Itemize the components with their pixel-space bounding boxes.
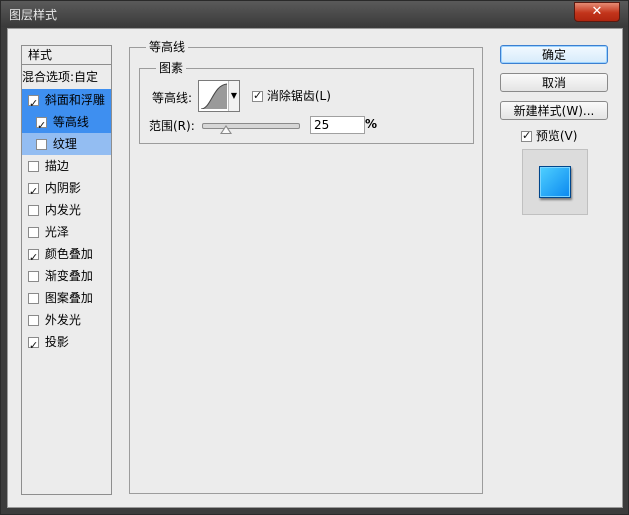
style-item-contour[interactable]: 等高线: [22, 111, 111, 137]
style-item-outer-glow[interactable]: 外发光: [22, 309, 111, 331]
contour-curve-icon: [201, 83, 227, 109]
checkbox-inner-shadow[interactable]: [28, 181, 39, 203]
preview-swatch: [539, 166, 571, 198]
checkbox-pattern-overlay[interactable]: [28, 293, 39, 304]
checkbox-satin[interactable]: [28, 227, 39, 238]
style-item-label: 光泽: [44, 225, 69, 239]
style-item-stroke[interactable]: 描边: [22, 155, 111, 177]
contour-picker[interactable]: ▼: [198, 80, 240, 112]
window-title: 图层样式: [9, 8, 58, 22]
style-item-texture[interactable]: 纹理: [22, 133, 111, 155]
cancel-button[interactable]: 取消: [500, 73, 608, 92]
contour-group-title: 等高线: [146, 40, 189, 54]
new-style-button[interactable]: 新建样式(W)...: [500, 101, 608, 120]
style-item-label: 斜面和浮雕: [44, 93, 105, 107]
anti-alias-checkbox[interactable]: [252, 89, 263, 102]
checkbox-color-overlay[interactable]: [28, 247, 39, 269]
elements-group: 图素 等高线: ▼ 消除锯齿(L) 范围(R):: [139, 61, 474, 144]
checkbox-contour[interactable]: [36, 115, 47, 137]
range-value-input[interactable]: 25: [310, 116, 365, 134]
style-item-inner-shadow[interactable]: 内阴影: [22, 177, 111, 203]
style-item-pattern-overlay[interactable]: 图案叠加: [22, 287, 111, 309]
checkbox-texture[interactable]: [36, 139, 47, 150]
checkbox-stroke[interactable]: [28, 161, 39, 172]
range-unit: %: [365, 117, 378, 131]
style-item-label: 外发光: [44, 313, 81, 327]
style-item-gradient-overlay[interactable]: 渐变叠加: [22, 265, 111, 287]
style-item-label: 纹理: [52, 137, 77, 151]
style-item-label: 渐变叠加: [44, 269, 93, 283]
checkbox-outer-glow[interactable]: [28, 315, 39, 326]
close-button[interactable]: ✕: [574, 2, 620, 22]
style-item-label: 内发光: [44, 203, 81, 217]
style-item-inner-glow[interactable]: 内发光: [22, 199, 111, 221]
style-item-label: 内阴影: [44, 181, 81, 195]
style-item-blending-options[interactable]: 混合选项:自定: [22, 66, 111, 88]
styles-header[interactable]: 样式: [22, 46, 111, 65]
range-label: 范围(R):: [149, 119, 195, 133]
anti-alias-label: 消除锯齿(L): [266, 89, 331, 103]
style-item-bevel-emboss[interactable]: 斜面和浮雕: [22, 89, 111, 115]
ok-button[interactable]: 确定: [500, 45, 608, 64]
style-item-drop-shadow[interactable]: 投影: [22, 331, 111, 357]
style-item-color-overlay[interactable]: 颜色叠加: [22, 243, 111, 269]
contour-label: 等高线:: [152, 91, 193, 105]
style-preview: [522, 149, 588, 215]
preview-checkbox[interactable]: [521, 129, 532, 142]
close-icon: ✕: [591, 4, 603, 19]
styles-list: 样式 混合选项:自定 斜面和浮雕 等高线 纹理 描边: [21, 45, 112, 495]
elements-group-title: 图素: [156, 61, 187, 75]
anti-alias-option[interactable]: 消除锯齿(L): [252, 87, 331, 104]
checkbox-bevel-emboss[interactable]: [28, 93, 39, 115]
style-item-label: 投影: [44, 335, 69, 349]
style-item-label: 图案叠加: [44, 291, 93, 305]
style-item-label: 颜色叠加: [44, 247, 93, 261]
chevron-down-icon[interactable]: ▼: [228, 81, 239, 111]
dialog-client-area: 样式 混合选项:自定 斜面和浮雕 等高线 纹理 描边: [7, 28, 623, 508]
title-bar[interactable]: 图层样式 ✕: [1, 1, 628, 27]
style-item-label: 等高线: [52, 115, 89, 129]
preview-option[interactable]: 预览(V): [521, 127, 577, 144]
layer-style-dialog: 图层样式 ✕ 样式 混合选项:自定 斜面和浮雕 等高线 纹理: [0, 0, 629, 515]
range-slider-thumb[interactable]: [220, 125, 232, 134]
checkbox-drop-shadow[interactable]: [28, 335, 39, 357]
checkbox-inner-glow[interactable]: [28, 205, 39, 216]
range-slider-track[interactable]: [202, 123, 300, 129]
style-item-satin[interactable]: 光泽: [22, 221, 111, 243]
style-item-label: 混合选项:自定: [22, 70, 99, 84]
preview-label: 预览(V): [535, 129, 578, 143]
style-item-label: 描边: [44, 159, 69, 173]
contour-group: 等高线 图素 等高线: ▼ 消除锯齿(L) 范围(R):: [129, 40, 483, 494]
checkbox-gradient-overlay[interactable]: [28, 271, 39, 282]
